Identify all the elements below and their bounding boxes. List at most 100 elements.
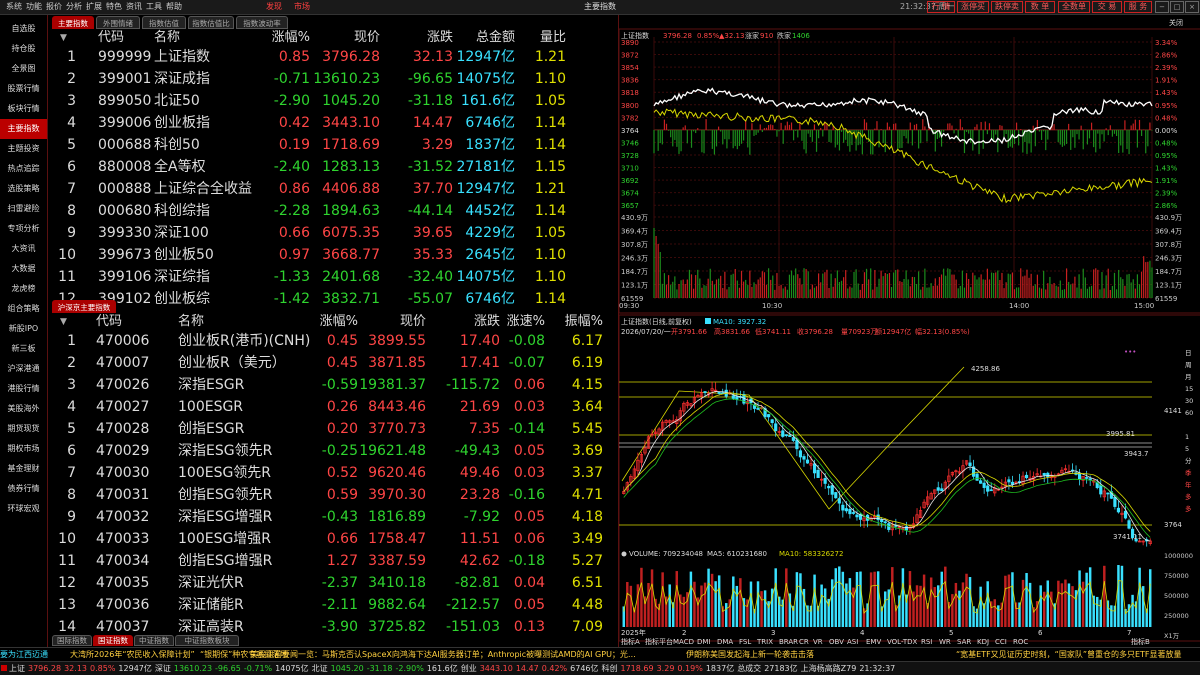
indicator-tab[interactable]: WR xyxy=(939,638,951,646)
table-row[interactable]: 8 000680 科创综指 -2.28 1894.63 -44.14 4452亿 1.14 xyxy=(50,200,616,222)
indicator-tab[interactable]: TRIX xyxy=(756,638,773,646)
sidebar-item[interactable]: 期货现货 xyxy=(0,419,47,439)
ticker-item[interactable]: 伊朗称美国发起海上新一轮袭击击落 xyxy=(686,648,814,661)
table-row[interactable]: 2 399001 深证成指 -0.71 13610.23 -96.65 14075亿 1.10 xyxy=(50,68,616,90)
indicator-tab[interactable]: DMA xyxy=(717,638,733,646)
column-header[interactable]: 名称 xyxy=(154,30,180,46)
period-menu-item[interactable]: 日 xyxy=(1185,349,1192,357)
sidebar-item[interactable]: 环球宏观 xyxy=(0,499,47,519)
sidebar-item[interactable]: 美股海外 xyxy=(0,399,47,419)
menu-item[interactable]: 扩展 xyxy=(86,0,102,14)
table-row[interactable]: 4 470027 100ESGR 0.26 8443.46 21.69 0.03 3.64 xyxy=(50,396,616,418)
sidebar-item[interactable]: 龙虎榜 xyxy=(0,279,47,299)
indicator-tab[interactable]: RSI xyxy=(921,638,932,646)
sidebar-item[interactable]: 债券行情 xyxy=(0,479,47,499)
indicator-tab[interactable]: EMV xyxy=(866,638,881,646)
column-header[interactable]: 名称 xyxy=(178,314,204,330)
column-header[interactable]: 振幅% xyxy=(565,314,603,330)
more-dots-icon[interactable]: ••• xyxy=(1124,348,1136,356)
sidebar-item[interactable]: 大数据 xyxy=(0,259,47,279)
tab-top[interactable]: 指数波动率 xyxy=(236,16,288,29)
tab-top[interactable]: 指数估值比 xyxy=(188,16,234,29)
menu-item[interactable]: 分析 xyxy=(66,0,82,14)
table-row[interactable]: 1 470006 创业板R(港币)(CNH) 0.45 3899.55 17.40 -0.0… xyxy=(50,330,616,352)
menu-discover[interactable]: 发现 xyxy=(266,0,282,14)
indicator-tab[interactable]: BRAR xyxy=(779,638,798,646)
indicator-tab[interactable]: ROC xyxy=(1013,638,1028,646)
menu-item[interactable]: 报价 xyxy=(46,0,62,14)
column-header[interactable]: 现价 xyxy=(354,30,380,46)
maximize-icon[interactable]: □ xyxy=(1170,1,1184,13)
toolbar-button[interactable]: 数 单 xyxy=(1025,1,1055,13)
sidebar-item[interactable]: 主题投资 xyxy=(0,139,47,159)
tab-bottom[interactable]: 中证指数板块 xyxy=(175,635,239,646)
menu-item[interactable]: 功能 xyxy=(26,0,42,14)
table-row[interactable]: 13 470036 深证储能R -2.11 9882.64 -212.57 0.05 4.48 xyxy=(50,594,616,616)
news-ticker[interactable]: 要为江西迈通 大湾所2026年“农民收入保障计划” “银期保”种农专项目落地 美股盘前… xyxy=(0,647,1200,661)
period-menu-item[interactable]: 月 xyxy=(1185,373,1192,381)
indicator-tab[interactable]: ASI xyxy=(847,638,858,646)
tab-mid-indices[interactable]: 沪深京主要指数 xyxy=(52,300,116,313)
table-row[interactable]: 10 470033 100ESG增强R 0.66 1758.47 11.51 0.06 3.4… xyxy=(50,528,616,550)
table-row[interactable]: 9 399330 深证100 0.66 6075.35 39.65 4229亿 1.05 xyxy=(50,222,616,244)
period-menu-item[interactable]: 多 xyxy=(1185,504,1192,513)
indicator-tab[interactable]: VOL-TDX xyxy=(887,638,918,646)
ticker-item[interactable]: 大湾所2026年“农民收入保障计划” xyxy=(70,648,195,661)
table-row[interactable]: 6 470029 深指ESG领先R -0.25 19621.48 -49.43 0.05 3.… xyxy=(50,440,616,462)
period-menu-item[interactable]: 分 xyxy=(1185,456,1192,465)
toolbar-button[interactable]: 服 务 xyxy=(1124,1,1152,13)
column-header[interactable]: 涨幅% xyxy=(320,314,358,330)
tab-top[interactable]: 外围情绪 xyxy=(96,16,140,29)
sidebar-item[interactable]: 板块行情 xyxy=(0,99,47,119)
table-row[interactable]: 6 880008 全A等权 -2.40 1283.13 -31.52 27181亿 1.15 xyxy=(50,156,616,178)
column-header[interactable]: 代码 xyxy=(96,314,122,330)
sidebar-item[interactable]: 组合策略 xyxy=(0,299,47,319)
column-header[interactable]: 涨速% xyxy=(507,314,545,330)
table-row[interactable]: 7 000888 上证综合全收益 0.86 4406.88 37.70 12947亿 1.21 xyxy=(50,178,616,200)
sidebar-item[interactable]: 大资讯 xyxy=(0,239,47,259)
column-header[interactable]: 现价 xyxy=(400,314,426,330)
column-header[interactable]: 涨跌 xyxy=(474,314,500,330)
sidebar-item[interactable]: 港股行情 xyxy=(0,379,47,399)
period-menu-item[interactable]: 5 xyxy=(1185,445,1189,453)
period-menu-item[interactable]: 1 xyxy=(1185,433,1189,441)
close-link[interactable]: 关闭 xyxy=(1169,18,1183,27)
tab-bottom[interactable]: 中证指数 xyxy=(134,635,174,646)
sidebar-item[interactable]: 扫雷避险 xyxy=(0,199,47,219)
sidebar-item[interactable]: 全景图 xyxy=(0,59,47,79)
table-row[interactable]: 11 399106 深证综指 -1.33 2401.68 -32.40 14075亿 1.10 xyxy=(50,266,616,288)
table-row[interactable]: 9 470032 深指ESG增强R -0.43 1816.89 -7.92 0.05 4.18 xyxy=(50,506,616,528)
indicator-tab[interactable]: CR xyxy=(799,638,809,646)
table-row[interactable]: 3 470026 深指ESGR -0.59 19381.37 -115.72 0.06 4.1… xyxy=(50,374,616,396)
period-menu-item[interactable]: 30 xyxy=(1185,397,1193,405)
tab-bottom[interactable]: 国证指数 xyxy=(93,635,133,646)
table-row[interactable]: 11 470034 创指ESG增强R 1.27 3387.59 42.62 -0.18 5.2… xyxy=(50,550,616,572)
table-row[interactable]: 5 000688 科创50 0.19 1718.69 3.29 1837亿 1.14 xyxy=(50,134,616,156)
sidebar-item[interactable]: 主要指数 xyxy=(0,119,47,139)
menu-market[interactable]: 市场 xyxy=(294,0,310,14)
sidebar-item[interactable]: 期权市场 xyxy=(0,439,47,459)
table-row[interactable]: 8 470031 创指ESG领先R 0.59 3970.30 23.28 -0.16 4.71 xyxy=(50,484,616,506)
period-menu-item[interactable]: 15 xyxy=(1185,385,1193,393)
sort-arrow-icon[interactable]: ▼ xyxy=(60,30,67,46)
toolbar-button[interactable]: 涨停买 xyxy=(957,1,989,13)
column-header[interactable]: 涨幅% xyxy=(272,30,310,46)
sidebar-item[interactable]: 沪深港通 xyxy=(0,359,47,379)
menu-item[interactable]: 特色 xyxy=(106,0,122,14)
table-row[interactable]: 1 999999 上证指数 0.85 3796.28 32.13 12947亿 1.21 xyxy=(50,46,616,68)
sidebar-item[interactable]: 热点追踪 xyxy=(0,159,47,179)
indicator-tab[interactable]: CCI xyxy=(995,638,1007,646)
toolbar-button[interactable]: 全数单 xyxy=(1058,1,1090,13)
sidebar-item[interactable]: 专项分析 xyxy=(0,219,47,239)
sidebar-item[interactable]: 股票行情 xyxy=(0,79,47,99)
period-menu-item[interactable]: 60 xyxy=(1185,409,1193,417)
period-menu-item[interactable]: 年 xyxy=(1185,480,1192,489)
column-header[interactable]: 量比 xyxy=(540,30,566,46)
table-row[interactable]: 2 470007 创业板R（美元） 0.45 3871.85 17.41 -0.07 6.19 xyxy=(50,352,616,374)
toolbar-button[interactable]: 交 易 xyxy=(1092,1,1122,13)
indicator-tab[interactable]: OBV xyxy=(829,638,844,646)
menu-item[interactable]: 资讯 xyxy=(126,0,142,14)
period-menu-item[interactable]: 季 xyxy=(1185,468,1192,477)
tab-top[interactable]: 指数估值 xyxy=(142,16,186,29)
menu-item[interactable]: 帮助 xyxy=(166,0,182,14)
